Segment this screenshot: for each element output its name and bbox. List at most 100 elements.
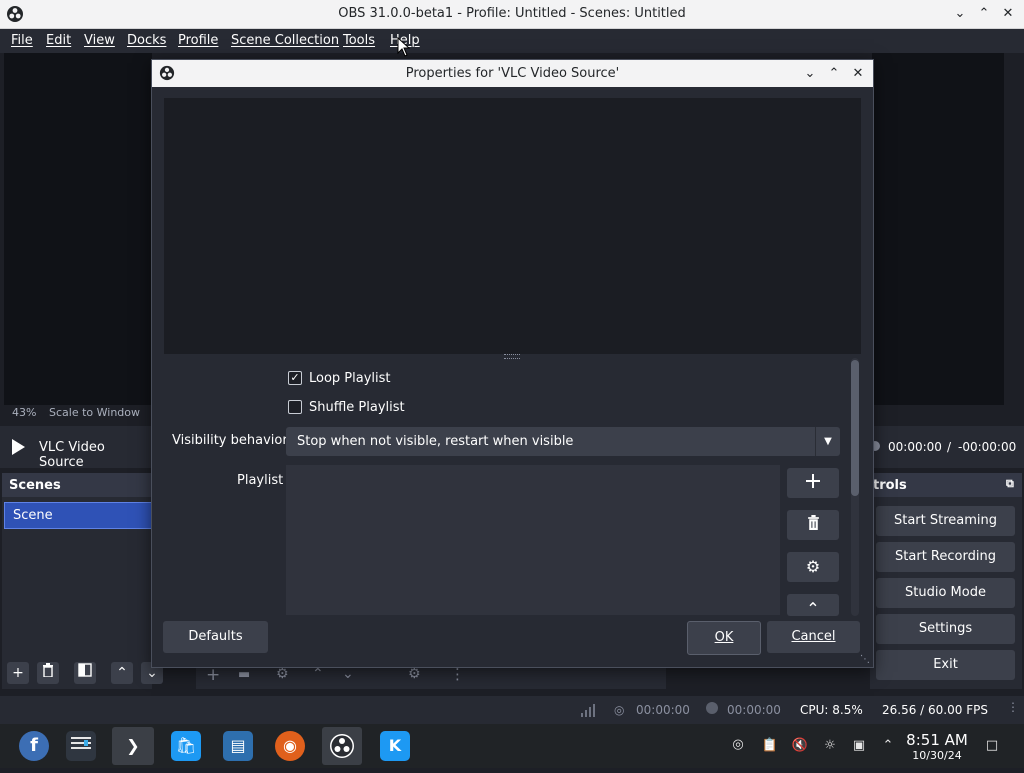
settings-icon[interactable] (66, 731, 96, 761)
controls-title: trols (873, 478, 907, 493)
visibility-behavior-select[interactable]: Stop when not visible, restart when visi… (286, 427, 840, 456)
exit-button[interactable]: Exit (876, 650, 1015, 680)
menu-tools[interactable]: Tools (343, 33, 375, 48)
studio-mode-button[interactable]: Studio Mode (876, 578, 1015, 608)
dialog-title: Properties for 'VLC Video Source' (405, 66, 620, 81)
resize-grip-icon[interactable]: ⋮ (1007, 700, 1019, 714)
record-icon (706, 702, 718, 714)
properties-scrollbar[interactable] (851, 358, 859, 616)
brightness-icon[interactable]: ☼ (821, 737, 839, 755)
remove-playlist-item-button[interactable] (787, 510, 839, 540)
obs-tray-icon[interactable]: ◎ (729, 736, 747, 754)
fedora-icon[interactable]: f (19, 731, 49, 761)
stream-icon: ◎ (614, 703, 625, 717)
remove-scene-button[interactable] (37, 662, 59, 684)
clock-date: 10/30/24 (912, 749, 962, 762)
add-playlist-item-button[interactable] (787, 468, 839, 498)
menu-scene-collection[interactable]: Scene Collection (231, 33, 339, 48)
playlist-list[interactable] (286, 465, 780, 615)
visibility-behavior-label: Visibility behavior (172, 433, 288, 448)
maximize-button[interactable]: ⌃ (974, 4, 994, 24)
preview-zoom-row: 43% Scale to Window (4, 404, 152, 422)
source-row: VLC Video Source (0, 426, 152, 470)
clock[interactable]: 8:51 AM 10/30/24 (903, 731, 971, 762)
volume-muted-icon[interactable]: 🔇 (791, 737, 809, 755)
move-up-button[interactable]: ⌃ (111, 662, 133, 684)
cpu-usage: CPU: 8.5% (800, 703, 863, 717)
time-separator: / (947, 440, 952, 454)
defaults-button[interactable]: Defaults (163, 621, 268, 653)
start-streaming-button[interactable]: Start Streaming (876, 506, 1015, 536)
play-icon[interactable] (10, 438, 26, 460)
dialog-minimize-button[interactable]: ⌄ (800, 64, 820, 84)
playlist-label: Playlist (237, 473, 284, 488)
files-icon[interactable]: ▤ (223, 731, 253, 761)
add-scene-button[interactable]: + (7, 662, 29, 684)
playlist-item-properties-button[interactable]: ⚙ (787, 552, 839, 582)
menu-edit[interactable]: Edit (46, 33, 71, 48)
obs-icon[interactable] (322, 727, 362, 765)
terminal-icon[interactable]: ❯ (112, 727, 154, 765)
settings-button[interactable]: Settings (876, 614, 1015, 644)
loop-playlist-checkbox[interactable]: ✓ (288, 371, 302, 385)
dialog-close-button[interactable]: ✕ (848, 64, 868, 84)
chevron-down-icon[interactable]: ⌄ (342, 666, 354, 682)
trash-icon[interactable]: ▬ (238, 667, 250, 682)
move-item-up-button[interactable]: ⌃ (787, 594, 839, 616)
zoom-level[interactable]: 43% (12, 406, 36, 419)
time-current: 00:00:00 (888, 440, 942, 454)
store-icon[interactable]: 🛍 (171, 731, 201, 761)
scenes-dock: Scenes Scene + ⌃ ⌄ (2, 473, 163, 689)
scene-list-item[interactable]: Scene (4, 502, 152, 529)
menu-docks[interactable]: Docks (127, 33, 166, 48)
clipboard-icon[interactable]: 📋 (761, 737, 779, 755)
gear-icon[interactable]: ⚙ (276, 666, 289, 682)
close-button[interactable]: ✕ (998, 4, 1018, 24)
chevron-up-icon[interactable]: ⌃ (312, 666, 324, 682)
mouse-cursor-icon (397, 36, 411, 61)
trash-icon (807, 515, 819, 530)
scenes-title: Scenes (9, 478, 61, 493)
plus-icon (806, 474, 820, 488)
preview-canvas-right[interactable] (872, 53, 1004, 405)
ok-button[interactable]: OK (687, 621, 761, 655)
media-time-row: 00:00:00 / -00:00:00 (870, 426, 1024, 468)
dialog-titlebar[interactable]: Properties for 'VLC Video Source' ⌄ ⌃ ✕ (152, 60, 873, 87)
shuffle-playlist-label[interactable]: Shuffle Playlist (309, 400, 405, 415)
resize-grip-icon[interactable]: ⋱ (860, 654, 870, 665)
window-titlebar[interactable]: OBS 31.0.0-beta1 - Profile: Untitled - S… (0, 0, 1024, 29)
cancel-button[interactable]: Cancel (767, 621, 860, 653)
start-recording-button[interactable]: Start Recording (876, 542, 1015, 572)
firefox-icon[interactable]: ◉ (275, 731, 305, 761)
source-preview (164, 98, 861, 354)
filters-button[interactable] (74, 662, 96, 684)
audio-settings-icon[interactable]: ⚙ (408, 666, 421, 682)
properties-dialog: Properties for 'VLC Video Source' ⌄ ⌃ ✕ … (151, 59, 874, 668)
source-name: VLC Video Source (39, 440, 105, 470)
record-time: 00:00:00 (727, 703, 781, 717)
minimize-button[interactable]: ⌄ (950, 4, 970, 24)
scrollbar-thumb[interactable] (851, 360, 859, 496)
show-desktop-icon[interactable]: □ (983, 737, 1001, 755)
menu-view[interactable]: View (84, 33, 115, 48)
window-title: OBS 31.0.0-beta1 - Profile: Untitled - S… (338, 6, 686, 21)
menu-file[interactable]: File (11, 33, 33, 48)
visibility-behavior-value: Stop when not visible, restart when visi… (297, 434, 574, 449)
preview-canvas[interactable] (4, 53, 152, 405)
add-source-icon[interactable]: + (206, 665, 220, 685)
display-icon[interactable]: ▣ (850, 737, 868, 755)
shuffle-playlist-checkbox[interactable] (288, 400, 302, 414)
loop-playlist-label[interactable]: Loop Playlist (309, 371, 391, 386)
scale-mode[interactable]: Scale to Window (49, 406, 140, 419)
show-hidden-icon[interactable]: ⌃ (879, 737, 897, 755)
trash-icon (43, 663, 53, 678)
menu-profile[interactable]: Profile (178, 33, 218, 48)
clock-time: 8:51 AM (906, 731, 968, 749)
dialog-maximize-button[interactable]: ⌃ (824, 64, 844, 84)
fps-readout: 26.56 / 60.00 FPS (882, 703, 988, 717)
undock-icon[interactable]: ⧉ (1006, 477, 1014, 491)
controls-dock-header: trols ⧉ (870, 473, 1022, 497)
controls-dock: trols ⧉ Start Streaming Start Recording … (870, 473, 1022, 689)
kde-icon[interactable]: K (380, 731, 410, 761)
splitter-handle[interactable] (504, 354, 520, 359)
